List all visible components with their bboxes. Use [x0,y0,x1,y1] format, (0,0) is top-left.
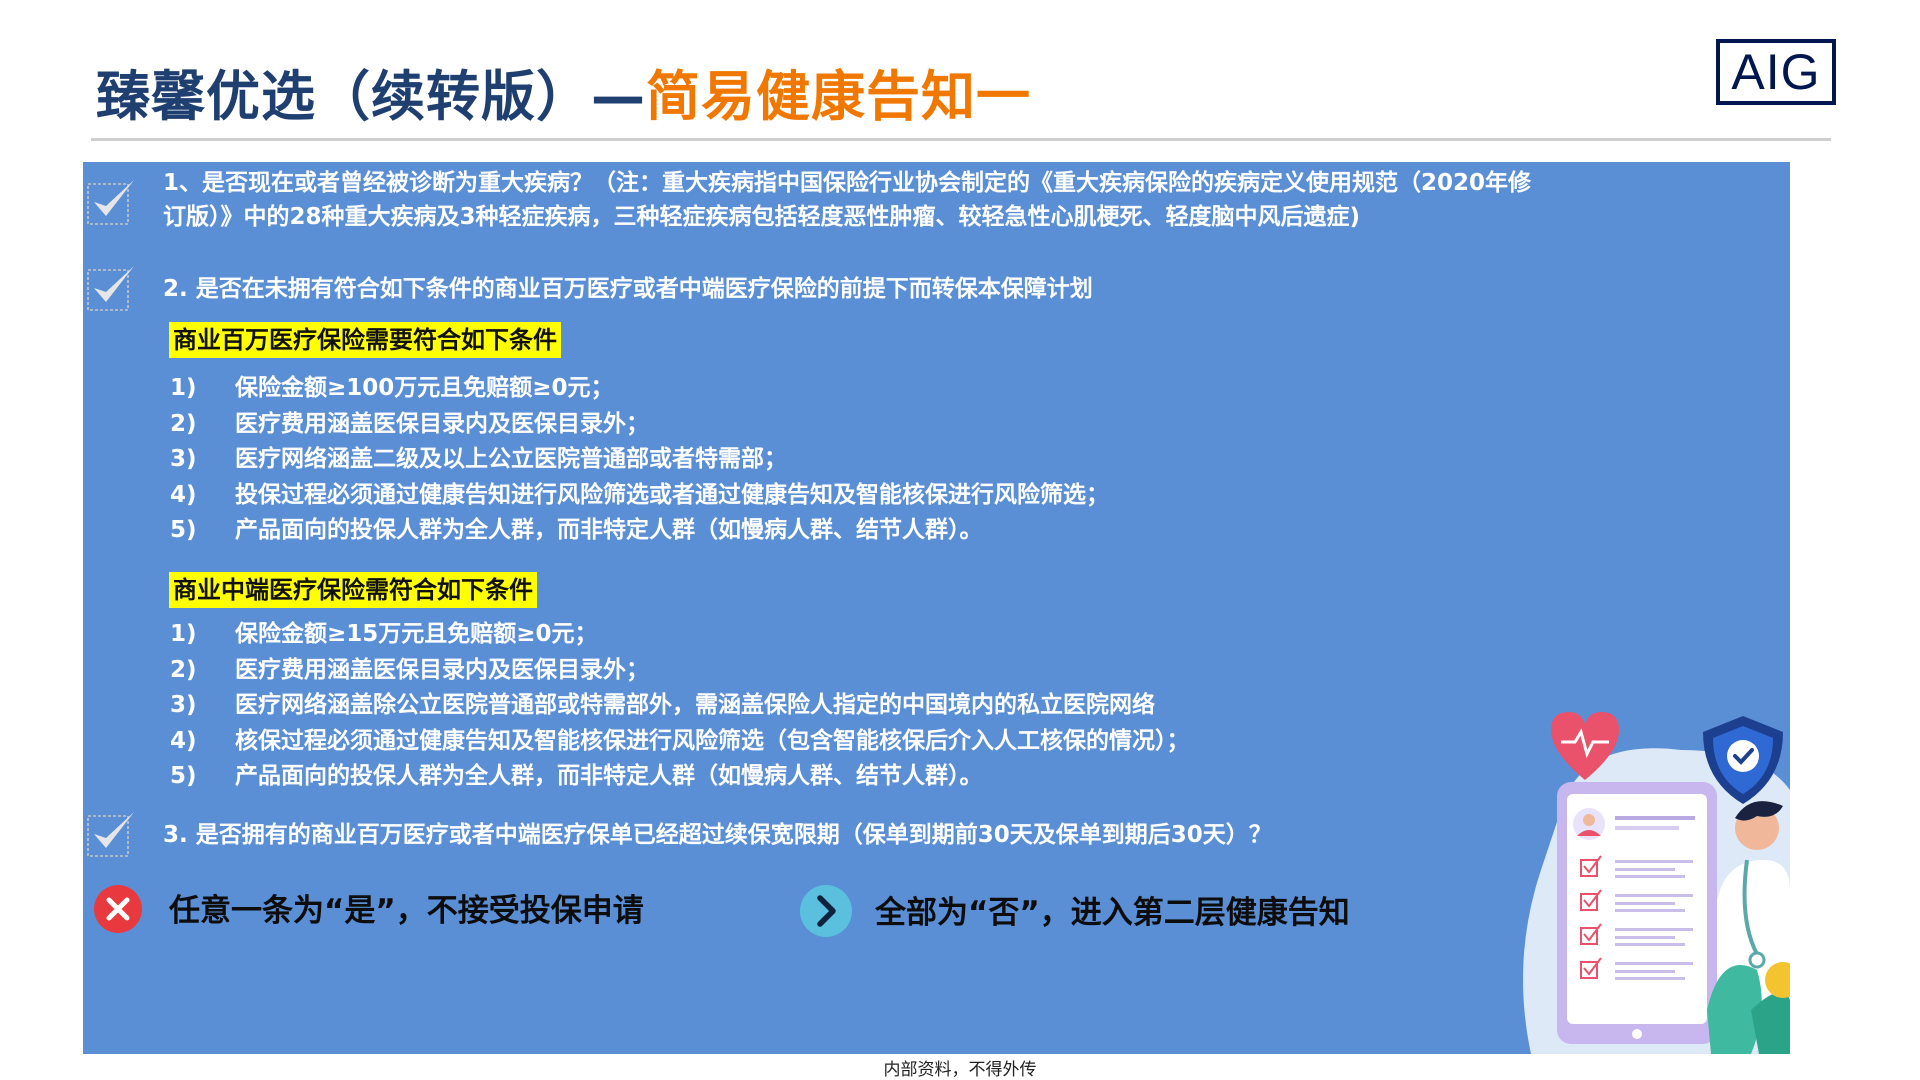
list-item: 4) 核保过程必须通过健康告知及智能核保进行风险筛选（包含智能核保后介入人工核保的… [170,727,1190,754]
checkmark-icon [87,266,134,311]
chevron-right-circle-icon [800,885,852,937]
proceed-result: 全部为“否”，进入第二层健康告知 [875,895,1350,931]
title-section: 简易健康告知一 [646,65,1031,128]
aig-logo: AIG [1716,39,1836,105]
list-item: 3) 医疗网络涵盖二级及以上公立医院普通部或者特需部； [170,446,787,472]
mid-plan-heading: 商业中端医疗保险需符合如下条件 [169,572,537,608]
header-divider [91,138,1831,141]
checkmark-icon [87,812,134,857]
question-2: 2. 是否在未拥有符合如下条件的商业百万医疗或者中端医疗保险的前提下而转保本保障… [163,276,1093,302]
question-3: 3. 是否拥有的商业百万医疗或者中端医疗保单已经超过续保宽限期（保单到期前30天… [163,822,1272,848]
list-item: 1) 保险金额≥15万元且免赔额≥0元； [170,621,598,647]
reject-result: 任意一条为“是”，不接受投保申请 [169,893,644,929]
million-plan-list: 1) 保险金额≥100万元且免赔额≥0元； 2) 医疗费用涵盖医保目录内及医保目录外… [170,371,1109,549]
checkmark-icon [87,180,134,225]
title-product: 臻馨优选（续转版）— [96,65,646,128]
list-item: 5) 产品面向的投保人群为全人群，而非特定人群（如慢病人群、结节人群）。 [170,517,983,543]
list-item: 4) 投保过程必须通过健康告知进行风险筛选或者通过健康告知及智能核保进行风险筛选； [170,481,1109,508]
health-checklist-illustration [1523,712,1790,1054]
close-circle-icon [94,885,142,933]
question-1: 1、是否现在或者曾经被诊断为重大疾病？（注：重大疾病指中国保险行业协会制定的《重… [163,166,1531,234]
list-item: 5) 产品面向的投保人群为全人群，而非特定人群（如慢病人群、结节人群）。 [170,763,983,789]
question-1-line-1: 1、是否现在或者曾经被诊断为重大疾病？（注：重大疾病指中国保险行业协会制定的《重… [163,170,1532,196]
list-item: 1) 保险金额≥100万元且免赔额≥0元； [170,375,614,401]
list-item: 3) 医疗网络涵盖除公立医院普通部或特需部外，需涵盖保险人指定的中国境内的私立医院… [170,692,1155,718]
list-item: 2) 医疗费用涵盖医保目录内及医保目录外； [170,410,649,437]
mid-plan-list: 1) 保险金额≥15万元且免赔额≥0元； 2) 医疗费用涵盖医保目录内及医保目录外；… [170,617,1190,795]
question-1-line-2: 订版）》中的28种重大疾病及3种轻症疾病，三种轻症疾病包括轻度恶性肿瘤、较轻急性… [163,204,1361,230]
confidential-footer: 内部资料，不得外传 [883,1060,1037,1080]
million-plan-heading: 商业百万医疗保险需要符合如下条件 [169,322,561,358]
page-title: 臻馨优选（续转版）—简易健康告知一 [96,52,1031,131]
content-panel: 1、是否现在或者曾经被诊断为重大疾病？（注：重大疾病指中国保险行业协会制定的《重… [83,162,1790,1054]
list-item: 2) 医疗费用涵盖医保目录内及医保目录外； [170,656,649,683]
